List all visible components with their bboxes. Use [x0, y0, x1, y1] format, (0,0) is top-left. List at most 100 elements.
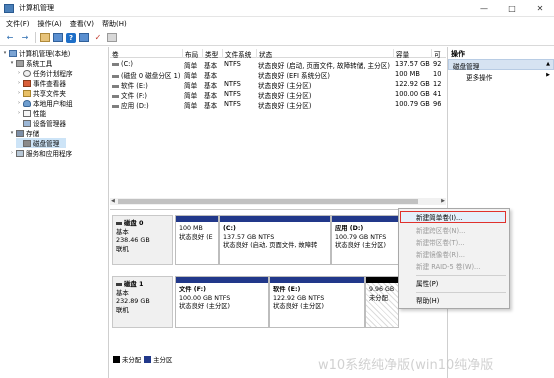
tree-item-shared-folders[interactable]: › 共享文件夹: [16, 88, 66, 98]
disk-0-label[interactable]: 磁盘 0 基本 238.46 GB 联机: [112, 215, 173, 265]
scroll-left-icon[interactable]: ◀: [111, 198, 115, 204]
toolbar: ← → ? ✓: [0, 30, 554, 46]
collapse-caret-icon[interactable]: ▲: [546, 61, 550, 67]
disk-status: 联机: [116, 244, 129, 253]
help-icon[interactable]: ?: [66, 32, 76, 43]
tree-item-services-apps[interactable]: › 服务和应用程序: [9, 148, 72, 158]
disk-status: 联机: [116, 305, 129, 314]
partition-size: 122.92 GB NTFS: [273, 294, 325, 302]
tree-item-storage[interactable]: ▾ 存储: [9, 128, 39, 138]
expand-arrow-icon[interactable]: ›: [16, 80, 22, 86]
table-row[interactable]: (C:) 简单 基本 NTFS 状态良好 (启动, 页面文件, 故障转储, 主分…: [110, 59, 446, 70]
tree-label: 系统工具: [26, 60, 53, 68]
menu-item-new-mirrored-volume[interactable]: 新建镜像卷(R)...: [399, 249, 509, 261]
partition-c[interactable]: (C:) 137.57 GB NTFS 状态良好 (启动, 页面文件, 故障转: [219, 215, 331, 265]
collapse-arrow-icon[interactable]: ▾: [9, 60, 15, 66]
column-header-type[interactable]: 类型: [202, 49, 222, 59]
tree-item-performance[interactable]: › 性能: [16, 108, 46, 118]
partition-unallocated[interactable]: 9.96 GB 未分配: [365, 276, 399, 328]
column-header-free[interactable]: 可: [431, 49, 446, 59]
menu-item-properties[interactable]: 属性(P): [399, 278, 509, 290]
menu-item-new-spanned-volume[interactable]: 新建跨区卷(N)...: [399, 225, 509, 237]
minimize-icon[interactable]: —: [470, 0, 498, 17]
up-folder-icon[interactable]: [40, 33, 50, 42]
expand-arrow-icon[interactable]: ›: [16, 100, 22, 106]
console-tree-icon[interactable]: [53, 33, 63, 42]
expand-arrow-icon[interactable]: ›: [16, 90, 22, 96]
table-row[interactable]: 软件 (E:) 简单 基本 NTFS 状态良好 (主分区) 122.92 GB …: [110, 79, 446, 90]
table-row[interactable]: 应用 (D:) 简单 基本 NTFS 状态良好 (主分区) 100.79 GB …: [110, 99, 446, 110]
watermark: w10系统纯净版(win10纯净版: [318, 358, 494, 373]
tree-item-local-users[interactable]: › 本地用户和组: [16, 98, 73, 108]
column-header-capacity[interactable]: 容量: [393, 49, 431, 59]
menu-file[interactable]: 文件(F): [6, 19, 30, 29]
scroll-right-icon[interactable]: ▶: [441, 198, 445, 204]
column-header-filesystem[interactable]: 文件系统: [222, 49, 256, 59]
clock-icon: [23, 69, 31, 77]
back-arrow-icon[interactable]: ←: [4, 32, 16, 44]
disk-icon: [23, 139, 31, 147]
table-row[interactable]: (磁盘 0 磁盘分区 1) 简单 基本 状态良好 (EFI 系统分区) 100 …: [110, 69, 446, 80]
actions-section[interactable]: 磁盘管理 ▲: [448, 59, 554, 71]
tree-item-event-viewer[interactable]: › 事件查看器: [16, 78, 66, 88]
column-header-volume[interactable]: 卷: [110, 49, 182, 59]
cell-type: 基本: [204, 102, 218, 110]
tree-item-disk-management[interactable]: 磁盘管理: [16, 138, 66, 148]
cell-volume: (C:): [110, 60, 182, 68]
partition-d[interactable]: 应用 (D:) 100.79 GB NTFS 状态良好 (主分区): [331, 215, 399, 265]
cell-free: 96: [433, 100, 442, 108]
disk-size: 232.89 GB: [116, 297, 150, 305]
legend-swatch-unallocated: [113, 355, 120, 363]
partition-status: 未分配: [369, 294, 388, 302]
column-header-layout[interactable]: 布局: [182, 49, 202, 59]
expand-arrow-icon[interactable]: ›: [16, 70, 22, 76]
disk-name: 磁盘 1: [116, 280, 169, 289]
expand-arrow-icon[interactable]: ›: [9, 150, 15, 156]
cell-capacity: 122.92 GB: [395, 80, 430, 88]
tree-item-system-tools[interactable]: ▾ 系统工具: [9, 58, 52, 68]
collapse-arrow-icon[interactable]: ▾: [2, 50, 8, 56]
cell-free: 10: [433, 70, 442, 78]
close-icon[interactable]: ✕: [526, 0, 554, 17]
menu-item-new-raid5-volume[interactable]: 新建 RAID-5 卷(W)...: [399, 261, 509, 273]
cell-volume: 应用 (D:): [110, 100, 182, 110]
forward-arrow-icon[interactable]: →: [19, 32, 31, 44]
tree-item-device-manager[interactable]: 设备管理器: [16, 118, 66, 128]
partition-efi[interactable]: 100 MB 状态良好 (E: [175, 215, 219, 265]
expand-arrow-icon[interactable]: ›: [16, 110, 22, 116]
window-title: 计算机管理: [19, 4, 54, 12]
maximize-icon[interactable]: □: [498, 0, 526, 17]
menu-item-new-striped-volume[interactable]: 新建带区卷(T)...: [399, 237, 509, 249]
properties-icon[interactable]: [79, 33, 89, 42]
check-icon[interactable]: ✓: [92, 32, 104, 44]
menu-item-new-simple-volume[interactable]: 新建简单卷(I)...: [400, 211, 506, 223]
disk-view-icon[interactable]: [107, 33, 117, 42]
menu-action[interactable]: 操作(A): [38, 19, 62, 29]
horizontal-scrollbar[interactable]: ◀ ▶: [110, 198, 446, 205]
tree-item-computer-management[interactable]: ▾ 计算机管理(本地): [2, 48, 70, 58]
partition-f[interactable]: 文件 (F:) 100.00 GB NTFS 状态良好 (主分区): [175, 276, 269, 328]
legend-label: 未分配: [122, 355, 142, 364]
tools-icon: [16, 59, 24, 67]
disk-1-label[interactable]: 磁盘 1 基本 232.89 GB 联机: [112, 276, 173, 328]
more-actions-item[interactable]: 更多操作 ▶: [448, 70, 554, 82]
collapse-arrow-icon[interactable]: ▾: [9, 130, 15, 136]
table-row[interactable]: 文件 (F:) 简单 基本 NTFS 状态良好 (主分区) 100.00 GB …: [110, 89, 446, 100]
column-header-status[interactable]: 状态: [256, 49, 393, 59]
scrollbar-thumb[interactable]: [118, 199, 418, 204]
partition-status: 状态良好 (主分区): [179, 303, 230, 310]
menu-separator: [416, 292, 506, 293]
partition-size: 9.96 GB: [369, 286, 395, 293]
disk-type: 基本: [116, 227, 129, 236]
menu-help[interactable]: 帮助(H): [102, 19, 127, 29]
partition-e[interactable]: 软件 (E:) 122.92 GB NTFS 状态良好 (主分区): [269, 276, 365, 328]
disk-size: 238.46 GB: [116, 236, 150, 244]
partition-name: 软件 (E:): [273, 286, 301, 293]
tree-item-task-scheduler[interactable]: › 任务计划程序: [16, 68, 73, 78]
partition-size: 137.57 GB NTFS: [223, 233, 275, 241]
users-icon: [23, 99, 31, 107]
menu-item-help[interactable]: 帮助(H): [399, 295, 509, 307]
tree-label: 设备管理器: [33, 120, 66, 128]
computer-management-icon: [4, 3, 14, 13]
menu-view[interactable]: 查看(V): [70, 19, 94, 29]
